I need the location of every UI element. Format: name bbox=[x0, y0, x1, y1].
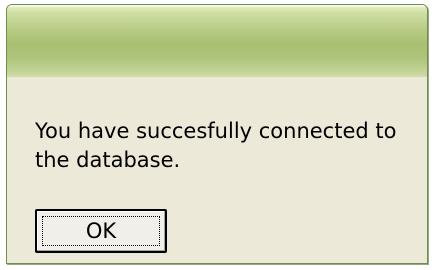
ok-button[interactable]: OK bbox=[35, 209, 167, 253]
ok-focus-rect: OK bbox=[42, 216, 160, 246]
titlebar-highlight bbox=[7, 5, 427, 7]
dialog-message: You have succesfully connected to the da… bbox=[35, 119, 397, 172]
message-dialog: You have succesfully connected to the da… bbox=[6, 4, 428, 264]
dialog-titlebar[interactable] bbox=[7, 5, 427, 77]
ok-button-label: OK bbox=[85, 218, 117, 243]
